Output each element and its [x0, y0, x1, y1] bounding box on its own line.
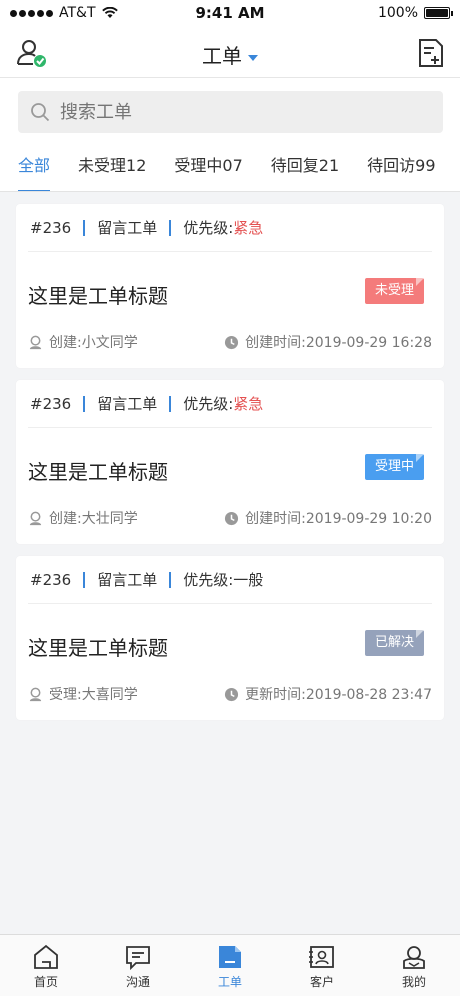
ticket-time: 更新时间:2019-08-28 23:47 [224, 684, 432, 704]
status-badge-text: 未受理 [374, 283, 414, 298]
ticket-header: #236 留言工单 优先级: 一般 [28, 556, 432, 604]
signal-icon [10, 9, 53, 17]
ticket-type: 留言工单 [97, 395, 158, 413]
ticket-icon [219, 946, 241, 968]
bottom-tab-label: 我的 [401, 975, 426, 989]
divider [169, 571, 172, 588]
search-box[interactable] [18, 91, 443, 133]
ticket-type: 留言工单 [97, 219, 158, 237]
user-icon [29, 335, 42, 349]
bottom-tab-label: 沟通 [125, 975, 150, 989]
ticket-footer: 创建:小文同学 创建时间:2019-09-29 16:28 [28, 332, 432, 352]
tab-in-progress[interactable]: 受理中07 [160, 144, 256, 191]
status-left: AT&T [10, 5, 118, 21]
ticket-time: 创建时间:2019-09-29 10:20 [224, 508, 432, 528]
ticket-person: 创建:小文同学 [28, 332, 138, 352]
search-input[interactable] [60, 101, 420, 123]
ticket-person: 创建:大壮同学 [28, 508, 138, 528]
bottom-tab-ticket[interactable]: 工单 [195, 935, 265, 990]
ticket-id: #236 [30, 394, 72, 413]
priority-value: 紧急 [233, 395, 264, 413]
battery-fill [426, 9, 448, 17]
divider [83, 571, 86, 588]
ticket-id: #236 [30, 218, 72, 237]
page-title-text: 工单 [202, 44, 242, 68]
bottom-tab-label: 客户 [309, 975, 334, 989]
user-icon [29, 511, 42, 525]
ticket-title: 这里是工单标题 [28, 460, 168, 484]
add-document-icon[interactable] [418, 38, 444, 68]
ticket-card[interactable]: #236 留言工单 优先级: 一般 这里是工单标题 已解决 受理:大喜同学 更新时… [16, 556, 444, 720]
bottom-tab-customer[interactable]: 客户 [287, 935, 357, 990]
status-bar: AT&T 9:41 AM 100% [0, 0, 460, 26]
ticket-header: #236 留言工单 优先级: 紧急 [28, 380, 432, 428]
tab-unaccepted[interactable]: 未受理12 [64, 144, 160, 191]
ticket-id: #236 [30, 570, 72, 589]
status-right: 100% [377, 5, 453, 21]
search-icon [31, 103, 50, 122]
search-section [0, 78, 460, 144]
clock-icon [225, 511, 239, 525]
ticket-time-text: 创建时间:2019-09-29 10:20 [245, 511, 432, 527]
ticket-type: 留言工单 [97, 571, 158, 589]
ticket-title: 这里是工单标题 [28, 636, 168, 660]
ticket-card[interactable]: #236 留言工单 优先级: 紧急 这里是工单标题 未受理 创建:小文同学 创建时… [16, 204, 444, 368]
bottom-tab-label: 工单 [217, 975, 242, 989]
status-badge: 已解决 [364, 630, 425, 656]
caret-down-icon [248, 54, 258, 61]
priority-label: 优先级: [183, 395, 234, 413]
home-icon [34, 944, 58, 969]
user-icon [29, 687, 42, 701]
divider [83, 219, 86, 236]
battery-percent: 100% [377, 5, 418, 21]
priority-label: 优先级: [183, 219, 234, 237]
ticket-header: #236 留言工单 优先级: 紧急 [28, 204, 432, 252]
divider [83, 395, 86, 412]
page-title[interactable]: 工单 [0, 40, 460, 69]
status-badge-text: 已解决 [374, 635, 414, 650]
tab-all[interactable]: 全部 [0, 144, 64, 191]
tab-awaiting-followup[interactable]: 待回访99 [353, 144, 449, 191]
divider [169, 395, 172, 412]
tab-awaiting-reply[interactable]: 待回复21 [257, 144, 353, 191]
bottom-tab-chat[interactable]: 沟通 [103, 935, 173, 990]
bottom-tab-bar: 首页 沟通 工单 客户 我的 [0, 934, 460, 996]
clock-icon [225, 687, 239, 701]
status-badge: 未受理 [364, 278, 425, 304]
status-badge: 受理中 [364, 454, 425, 480]
ticket-person-text: 创建:大壮同学 [49, 511, 138, 527]
divider [169, 219, 172, 236]
priority-value: 一般 [233, 571, 264, 589]
priority-value: 紧急 [233, 219, 264, 237]
ticket-time: 创建时间:2019-09-29 16:28 [224, 332, 432, 352]
ticket-time-text: 创建时间:2019-09-29 16:28 [245, 335, 432, 351]
priority-label: 优先级: [183, 571, 234, 589]
ticket-person: 受理:大喜同学 [28, 684, 138, 704]
filter-tabs: 全部 未受理12 受理中07 待回复21 待回访99 [0, 144, 460, 192]
status-badge-text: 受理中 [374, 459, 414, 474]
ticket-person-text: 受理:大喜同学 [49, 687, 138, 703]
ticket-person-text: 创建:小文同学 [49, 335, 138, 351]
nav-bar: 工单 [0, 26, 460, 78]
bottom-tab-mine[interactable]: 我的 [379, 935, 449, 990]
ticket-time-text: 更新时间:2019-08-28 23:47 [245, 687, 432, 703]
profile-icon [403, 946, 425, 969]
carrier-label: AT&T [59, 5, 96, 21]
ticket-footer: 创建:大壮同学 创建时间:2019-09-29 10:20 [28, 508, 432, 528]
chat-icon [126, 946, 150, 971]
bottom-tab-home[interactable]: 首页 [11, 935, 81, 990]
battery-icon [424, 7, 453, 19]
ticket-footer: 受理:大喜同学 更新时间:2019-08-28 23:47 [28, 684, 432, 704]
clock-icon [225, 335, 239, 349]
contact-card-icon [309, 946, 334, 968]
ticket-title: 这里是工单标题 [28, 284, 168, 308]
wifi-icon [101, 7, 118, 18]
bottom-tab-label: 首页 [33, 975, 58, 989]
ticket-list: #236 留言工单 优先级: 紧急 这里是工单标题 未受理 创建:小文同学 创建时… [16, 204, 444, 732]
ticket-card[interactable]: #236 留言工单 优先级: 紧急 这里是工单标题 受理中 创建:大壮同学 创建时… [16, 380, 444, 544]
